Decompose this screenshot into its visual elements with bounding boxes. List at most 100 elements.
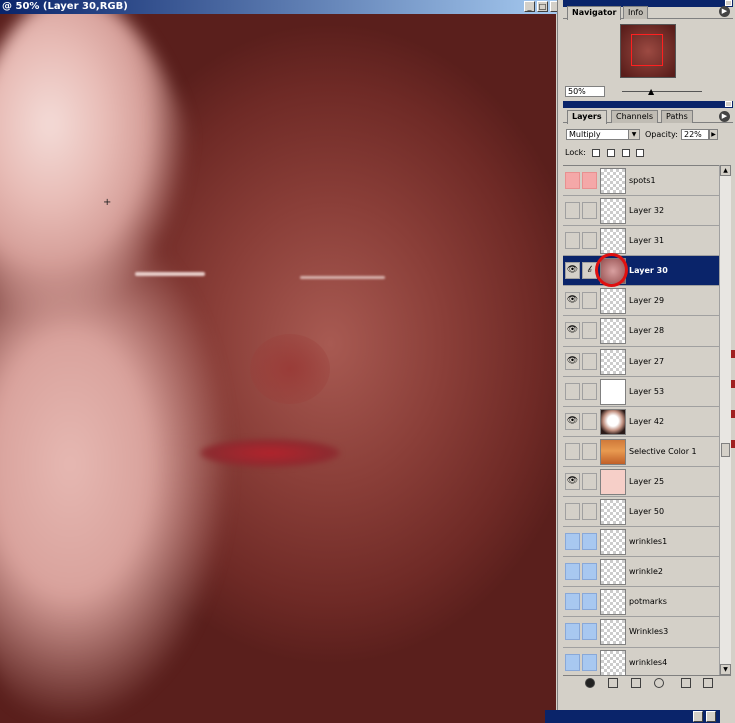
restore-button[interactable]: □ (537, 1, 548, 12)
tab-layers[interactable]: Layers (567, 110, 607, 124)
visibility-eye-icon[interactable] (565, 653, 580, 671)
slider-knob-icon[interactable]: ▲ (648, 87, 654, 96)
layer-row[interactable]: Wrinkles3 (563, 617, 719, 648)
adjustment-layer-icon[interactable] (654, 678, 664, 688)
layer-row[interactable]: 👁 Layer 28 (563, 316, 719, 347)
opacity-field[interactable]: 22% (681, 129, 709, 140)
lock-transparency-checkbox[interactable] (592, 148, 601, 157)
link-toggle[interactable] (582, 503, 597, 521)
layer-row[interactable]: 👁 Layer 29 (563, 286, 719, 317)
new-set-icon[interactable] (631, 678, 641, 688)
link-toggle[interactable] (582, 653, 597, 671)
layer-row[interactable]: Layer 32 (563, 196, 719, 227)
visibility-eye-icon[interactable]: 👁 (565, 352, 580, 370)
layer-name[interactable]: Layer 42 (629, 407, 664, 437)
layer-name[interactable]: Layer 27 (629, 347, 664, 377)
visibility-eye-icon[interactable]: 👁 (565, 262, 580, 280)
layer-thumbnail[interactable] (600, 408, 626, 435)
lock-all-checkbox[interactable] (636, 148, 645, 157)
visibility-eye-icon[interactable] (565, 593, 580, 611)
layer-row[interactable]: potmarks (563, 587, 719, 618)
layer-name[interactable]: potmarks (629, 587, 667, 617)
image-canvas[interactable]: + (0, 14, 556, 723)
navigator-zoom-slider[interactable] (622, 91, 702, 92)
layer-row[interactable]: 👁 𝒷 Layer 30 (563, 256, 719, 287)
layer-thumbnail[interactable] (600, 529, 626, 556)
visibility-eye-icon[interactable]: 👁 (565, 412, 580, 430)
layer-thumbnail[interactable] (600, 378, 626, 405)
layer-row[interactable]: Selective Color 1 (563, 436, 719, 467)
tab-navigator[interactable]: Navigator (567, 6, 622, 20)
layer-name[interactable]: Layer 25 (629, 467, 664, 497)
visibility-eye-icon[interactable]: 👁 (565, 472, 580, 490)
link-toggle[interactable] (582, 593, 597, 611)
link-toggle[interactable] (582, 472, 597, 490)
minimize-button[interactable]: _ (524, 1, 535, 12)
layers-menu-arrow-icon[interactable]: ▶ (719, 111, 730, 122)
layer-row[interactable]: wrinkles1 (563, 527, 719, 558)
layer-row[interactable]: Layer 53 (563, 376, 719, 407)
layer-row[interactable]: wrinkles4 (563, 647, 719, 676)
visibility-eye-icon[interactable] (565, 442, 580, 460)
layer-name[interactable]: Layer 31 (629, 226, 664, 256)
layers-titlebar[interactable] (563, 101, 733, 108)
visibility-eye-icon[interactable] (565, 202, 580, 220)
layer-name[interactable]: Layer 29 (629, 286, 664, 316)
lock-pixels-checkbox[interactable] (607, 148, 616, 157)
layer-thumbnail[interactable] (600, 318, 626, 345)
layer-name[interactable]: wrinkles4 (629, 648, 667, 676)
layer-thumbnail[interactable] (600, 589, 626, 616)
layer-name[interactable]: Layer 28 (629, 316, 664, 346)
layer-row[interactable]: spots1 (563, 166, 719, 197)
add-mask-icon[interactable] (608, 678, 618, 688)
layer-thumbnail[interactable] (600, 168, 626, 194)
visibility-eye-icon[interactable]: 👁 (565, 292, 580, 310)
layer-name[interactable]: spots1 (629, 166, 656, 196)
link-toggle[interactable] (582, 623, 597, 641)
scroll-up-icon[interactable]: ▲ (720, 165, 731, 176)
link-toggle[interactable] (582, 232, 597, 250)
link-toggle[interactable] (582, 533, 597, 551)
layer-name[interactable]: Selective Color 1 (629, 437, 697, 467)
opacity-arrow-icon[interactable]: ▶ (709, 129, 718, 140)
trash-icon[interactable] (703, 678, 713, 688)
link-toggle[interactable] (582, 322, 597, 340)
visibility-eye-icon[interactable]: 👁 (565, 322, 580, 340)
layer-row[interactable]: 👁 Layer 25 (563, 466, 719, 498)
minimize-icon[interactable] (693, 711, 703, 722)
layer-name[interactable]: Layer 30 (629, 256, 668, 286)
tab-info[interactable]: Info (623, 6, 649, 19)
layer-thumbnail[interactable] (600, 499, 626, 526)
layer-name[interactable]: wrinkle2 (629, 557, 663, 587)
tab-paths[interactable]: Paths (661, 110, 693, 123)
layer-thumbnail[interactable] (600, 559, 626, 586)
link-toggle[interactable] (582, 352, 597, 370)
layer-name[interactable]: Layer 53 (629, 377, 664, 407)
link-toggle[interactable] (582, 382, 597, 400)
visibility-eye-icon[interactable] (565, 563, 580, 581)
layer-row[interactable]: Layer 31 (563, 226, 719, 257)
tab-channels[interactable]: Channels (611, 110, 659, 123)
visibility-eye-icon[interactable] (565, 503, 580, 521)
visibility-eye-icon[interactable] (565, 623, 580, 641)
link-toggle[interactable] (582, 292, 597, 310)
palette-menu-arrow-icon[interactable]: ▶ (719, 6, 730, 17)
scroll-down-icon[interactable]: ▼ (720, 664, 731, 675)
visibility-eye-icon[interactable] (565, 172, 580, 189)
layer-row[interactable]: Layer 50 (563, 497, 719, 528)
layer-thumbnail[interactable] (600, 288, 626, 315)
layer-thumbnail[interactable] (600, 619, 626, 646)
layer-thumbnail[interactable] (600, 228, 626, 255)
visibility-eye-icon[interactable] (565, 533, 580, 551)
link-toggle[interactable] (582, 412, 597, 430)
lock-position-checkbox[interactable] (621, 148, 630, 157)
close-icon[interactable] (725, 101, 732, 107)
layer-name[interactable]: Layer 32 (629, 196, 664, 226)
layer-name[interactable]: Wrinkles3 (629, 617, 668, 647)
navigator-view-rect[interactable] (631, 34, 663, 66)
layer-row[interactable]: 👁 Layer 42 (563, 406, 719, 437)
layer-thumbnail[interactable] (600, 198, 626, 225)
layer-thumbnail[interactable] (600, 438, 626, 465)
scroll-thumb[interactable] (721, 443, 730, 457)
close-icon[interactable] (706, 711, 716, 722)
